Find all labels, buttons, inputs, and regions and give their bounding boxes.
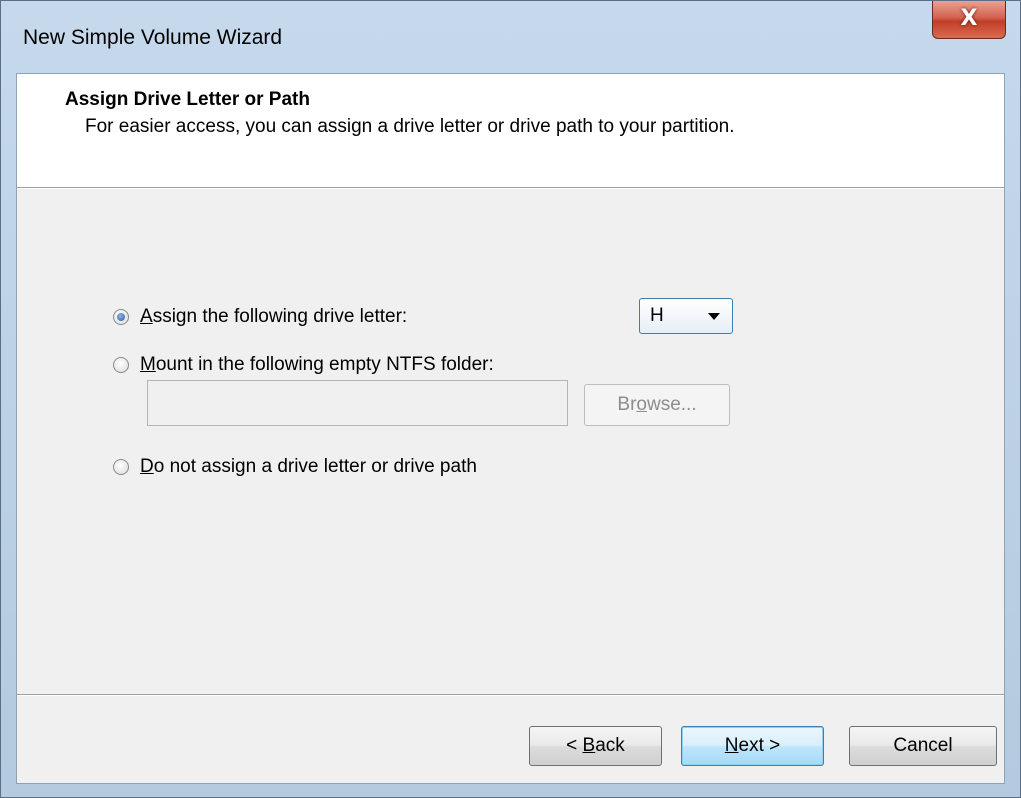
back-accesskey: B: [582, 735, 596, 756]
back-label-end: ack: [595, 735, 625, 756]
wizard-header: Assign Drive Letter or Path For easier a…: [17, 74, 1004, 187]
window-title: New Simple Volume Wizard: [23, 26, 283, 49]
page-subtitle: For easier access, you can assign a driv…: [85, 116, 735, 137]
assign-letter-text: ssign the following drive letter:: [152, 306, 408, 327]
assign-letter-option[interactable]: Assign the following drive letter:: [113, 306, 407, 328]
header-divider: [17, 187, 1004, 189]
back-button[interactable]: < Back: [529, 726, 662, 766]
mount-folder-radio[interactable]: [113, 357, 129, 373]
drive-letter-dropdown[interactable]: H: [639, 298, 733, 334]
next-label-end: ext >: [738, 735, 781, 756]
browse-button[interactable]: Browse...: [584, 384, 730, 426]
assign-letter-accesskey: A: [140, 306, 153, 327]
no-assign-accesskey: D: [140, 456, 154, 477]
folder-path-input[interactable]: [147, 380, 568, 426]
chevron-down-icon: [708, 313, 720, 320]
footer-divider: [17, 694, 1004, 696]
close-button[interactable]: X: [932, 1, 1006, 39]
drive-letter-value: H: [650, 305, 664, 326]
no-assign-label: Do not assign a drive letter or drive pa…: [140, 456, 477, 478]
no-assign-option[interactable]: Do not assign a drive letter or drive pa…: [113, 456, 477, 478]
back-label-start: <: [566, 735, 583, 756]
mount-folder-text: ount in the following empty NTFS folder:: [155, 354, 494, 375]
assign-letter-radio[interactable]: [113, 309, 129, 325]
mount-folder-option[interactable]: Mount in the following empty NTFS folder…: [113, 354, 494, 376]
wizard-client-area: Assign Drive Letter or Path For easier a…: [16, 73, 1005, 784]
browse-label-start: Br: [617, 394, 637, 415]
browse-accesskey: o: [636, 394, 647, 415]
page-title: Assign Drive Letter or Path: [65, 89, 310, 110]
mount-folder-label: Mount in the following empty NTFS folder…: [140, 354, 494, 376]
next-accesskey: N: [724, 735, 739, 756]
no-assign-text: o not assign a drive letter or drive pat…: [153, 456, 477, 477]
assign-letter-label: Assign the following drive letter:: [140, 306, 407, 328]
cancel-button[interactable]: Cancel: [849, 726, 997, 766]
title-bar[interactable]: New Simple Volume Wizard X: [1, 1, 1020, 73]
no-assign-radio[interactable]: [113, 459, 129, 475]
close-icon: X: [960, 6, 978, 31]
browse-label-end: wse...: [646, 394, 697, 415]
next-button[interactable]: Next >: [681, 726, 824, 766]
mount-folder-accesskey: M: [140, 354, 156, 375]
wizard-window: New Simple Volume Wizard X Assign Drive …: [0, 0, 1021, 798]
